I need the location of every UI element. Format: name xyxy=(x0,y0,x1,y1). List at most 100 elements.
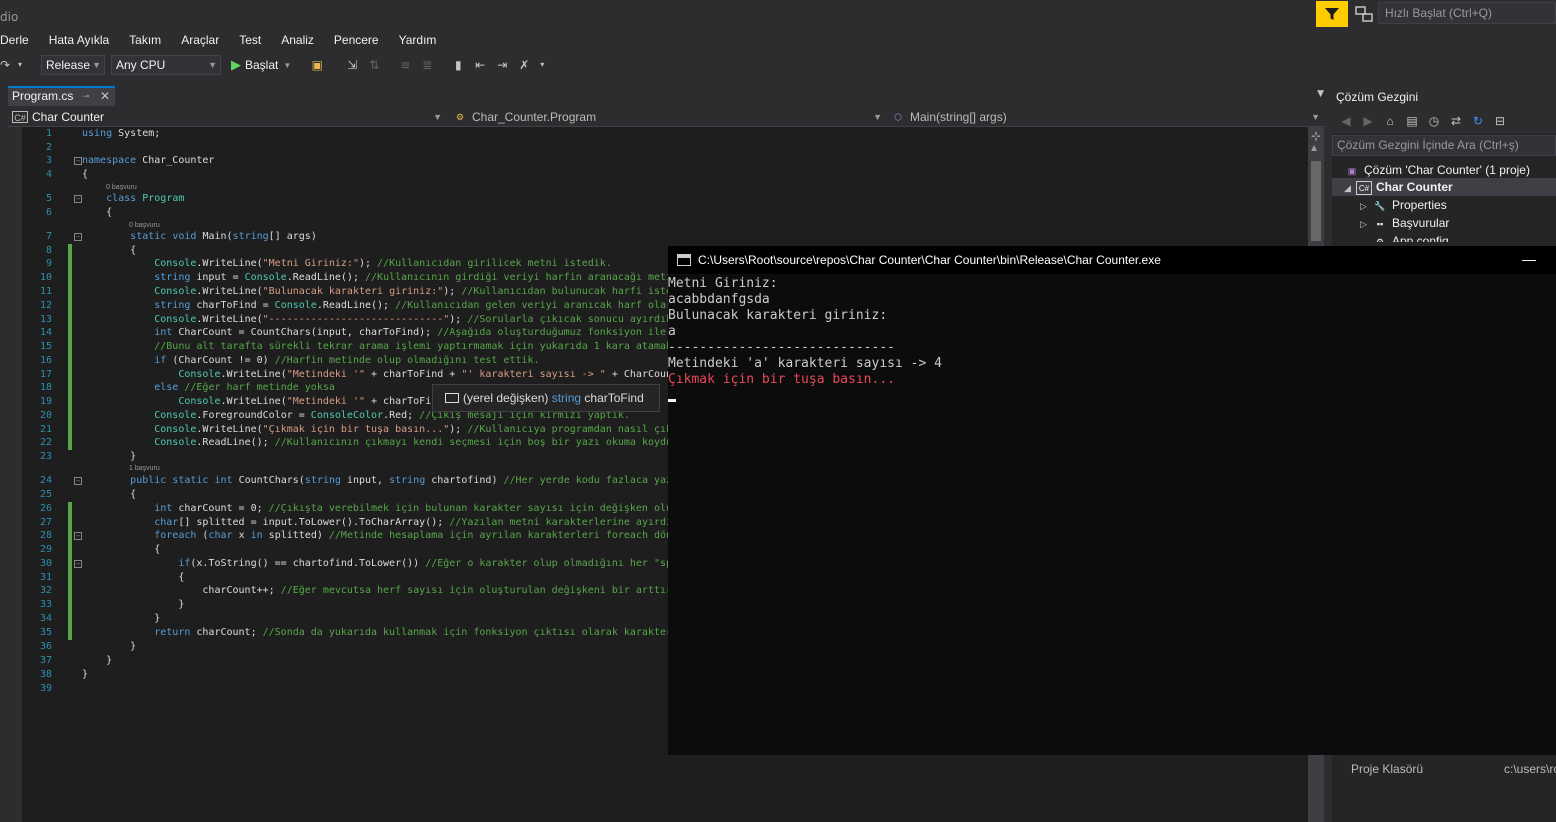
tree-app-config[interactable]: ⚙ App.config xyxy=(1372,232,1449,242)
collapsed-icon[interactable]: ▷ xyxy=(1360,197,1372,215)
collapse-icon[interactable]: − xyxy=(74,477,82,485)
line-number: 22 xyxy=(39,437,52,448)
clear-bookmarks-icon[interactable]: ✗ xyxy=(516,57,532,73)
feedback-icon[interactable] xyxy=(1354,4,1374,24)
uncomment-icon[interactable]: ≣ xyxy=(419,57,435,73)
line-number: 3 xyxy=(45,155,52,166)
find-in-files-icon[interactable]: ▣ xyxy=(309,57,325,73)
forward-icon[interactable]: ▶ xyxy=(1360,113,1376,129)
project-label: Char Counter xyxy=(1376,180,1453,194)
scroll-up-icon[interactable]: ▲ xyxy=(1311,143,1317,152)
menu-help[interactable]: Yardım xyxy=(389,31,447,51)
tree-references[interactable]: ▷ ▪▪ Başvurular xyxy=(1360,214,1449,232)
console-title-bar[interactable]: C:\Users\Root\source\repos\Char Counter\… xyxy=(668,246,1556,274)
collapsed-icon[interactable]: ▷ xyxy=(1360,215,1372,233)
codelens-main-references[interactable]: 0 başvuru xyxy=(129,221,160,231)
console-line: ----------------------------- xyxy=(668,340,895,355)
csharp-project-icon: C# xyxy=(1356,180,1372,195)
code-text: string input = Console.ReadLine(); //Kul… xyxy=(154,272,691,283)
solution-search-input[interactable]: Çözüm Gezgini İçinde Ara (Ctrl+ş) xyxy=(1332,135,1556,156)
start-label: Başlat xyxy=(245,58,279,72)
chevron-down-icon: ▼ xyxy=(1311,112,1320,122)
menu-build[interactable]: Derle xyxy=(0,31,39,51)
redo-icon[interactable]: ↷ xyxy=(0,57,10,73)
next-bookmark-icon[interactable]: ⇥ xyxy=(494,57,510,73)
console-window[interactable]: C:\Users\Root\source\repos\Char Counter\… xyxy=(668,246,1556,755)
chevron-down-icon: ▼ xyxy=(283,60,292,70)
collapse-icon[interactable]: − xyxy=(74,560,82,568)
code-line[interactable]: 1 using System; xyxy=(22,127,1308,141)
code-line[interactable]: 6 { xyxy=(22,206,1308,220)
expanded-icon[interactable]: ◢ xyxy=(1344,179,1356,197)
code-text: //Bunu alt tarafta sürekli tekrar arama … xyxy=(154,341,691,352)
refresh-icon[interactable]: ↻ xyxy=(1470,113,1486,129)
code-text: if (CharCount != 0) //Harfin metinde olu… xyxy=(154,355,540,366)
tab-list-dropdown-icon[interactable]: ▼ xyxy=(1317,89,1324,99)
line-number: 32 xyxy=(39,585,52,596)
tree-project[interactable]: ◢ C# Char Counter xyxy=(1332,178,1556,196)
property-value: c:\users\ro xyxy=(1504,762,1556,776)
back-icon[interactable]: ◀ xyxy=(1338,113,1354,129)
tab-program-cs[interactable]: Program.cs ⊸ ✕ xyxy=(8,86,115,106)
step-over-icon[interactable]: ⇅ xyxy=(366,57,382,73)
home-icon[interactable]: ⌂ xyxy=(1382,113,1398,129)
step-into-icon[interactable]: ⇲ xyxy=(344,57,360,73)
collapse-icon[interactable]: − xyxy=(74,532,82,540)
menu-window[interactable]: Pencere xyxy=(324,31,389,51)
codelens-countchars-references[interactable]: 1 başvuru xyxy=(129,464,160,474)
wrench-icon: 🔧 xyxy=(1374,200,1386,211)
codelens-class-references[interactable]: 0 başvuru xyxy=(106,183,137,193)
code-text: Console.WriteLine("Metindeki '" + charTo… xyxy=(178,369,691,380)
line-number: 8 xyxy=(45,245,52,256)
collapse-icon[interactable]: − xyxy=(74,233,82,241)
menu-team[interactable]: Takım xyxy=(119,31,171,51)
split-editor-icon[interactable]: ⊹ xyxy=(1308,129,1324,143)
quick-launch-input[interactable]: Hızlı Başlat (Ctrl+Q) xyxy=(1378,2,1556,24)
minimize-button[interactable]: — xyxy=(1522,246,1536,272)
line-number: 5 xyxy=(45,193,52,204)
comment-out-icon[interactable]: ≡ xyxy=(397,57,413,73)
platform-select[interactable]: Any CPU ▼ xyxy=(111,55,221,75)
line-number: 10 xyxy=(39,272,52,283)
switch-views-icon[interactable]: ▤ xyxy=(1404,113,1420,129)
chevron-down-icon: ▼ xyxy=(92,60,101,70)
type-select[interactable]: ⚙ Char_Counter.Program ▼ xyxy=(450,108,886,126)
sync-icon[interactable]: ⇄ xyxy=(1448,113,1464,129)
toolbar-overflow-icon[interactable]: ▾ xyxy=(538,57,546,73)
project-select[interactable]: C# Char Counter ▼ xyxy=(10,108,446,126)
collapse-all-icon[interactable]: ⊟ xyxy=(1492,113,1508,129)
close-icon[interactable]: ✕ xyxy=(100,88,110,105)
change-marker xyxy=(68,257,72,271)
configuration-select[interactable]: Release ▼ xyxy=(41,55,105,75)
start-button[interactable]: ▶ Başlat ▼ xyxy=(231,57,291,73)
project-folder-property[interactable]: Proje Klasörü c:\users\ro xyxy=(1332,760,1556,778)
menu-analyze[interactable]: Analiz xyxy=(271,31,324,51)
code-line[interactable]: 7 − static void Main(string[] args) xyxy=(22,230,1308,244)
chevron-down-icon: ▼ xyxy=(433,112,442,122)
collapse-icon[interactable]: − xyxy=(74,157,82,165)
bookmark-icon[interactable]: ▮ xyxy=(450,57,466,73)
menu-tools[interactable]: Araçlar xyxy=(171,31,229,51)
previous-bookmark-icon[interactable]: ⇤ xyxy=(472,57,488,73)
code-line[interactable]: 4{ xyxy=(22,168,1308,182)
code-text: Console.WriteLine("Bulunacak karakteri g… xyxy=(154,286,691,297)
line-number: 20 xyxy=(39,410,52,421)
platform-value: Any CPU xyxy=(116,58,166,72)
console-title: C:\Users\Root\source\repos\Char Counter\… xyxy=(698,253,1161,267)
tree-properties[interactable]: ▷ 🔧 Properties xyxy=(1360,196,1447,214)
pending-changes-icon[interactable]: ◷ xyxy=(1426,113,1442,129)
code-line[interactable]: 2 xyxy=(22,141,1308,155)
notification-filter-button[interactable] xyxy=(1316,1,1348,27)
code-line[interactable]: 5 − class Program xyxy=(22,192,1308,206)
code-line[interactable]: 3 − namespace Char_Counter xyxy=(22,154,1308,168)
menu-debug[interactable]: Hata Ayıkla xyxy=(39,31,119,51)
collapse-icon[interactable]: − xyxy=(74,195,82,203)
menu-test[interactable]: Test xyxy=(229,31,271,51)
scrollbar-thumb[interactable] xyxy=(1311,161,1321,241)
code-text: public static int CountChars(string inpu… xyxy=(130,475,691,486)
pin-icon[interactable]: ⊸ xyxy=(82,88,90,105)
redo-dropdown-icon[interactable]: ▾ xyxy=(16,57,24,73)
member-select[interactable]: ⬡ Main(string[] args) ▼ xyxy=(888,108,1324,126)
line-number: 39 xyxy=(39,683,52,694)
tree-solution[interactable]: ▣ Çözüm 'Char Counter' (1 proje) xyxy=(1344,161,1530,179)
